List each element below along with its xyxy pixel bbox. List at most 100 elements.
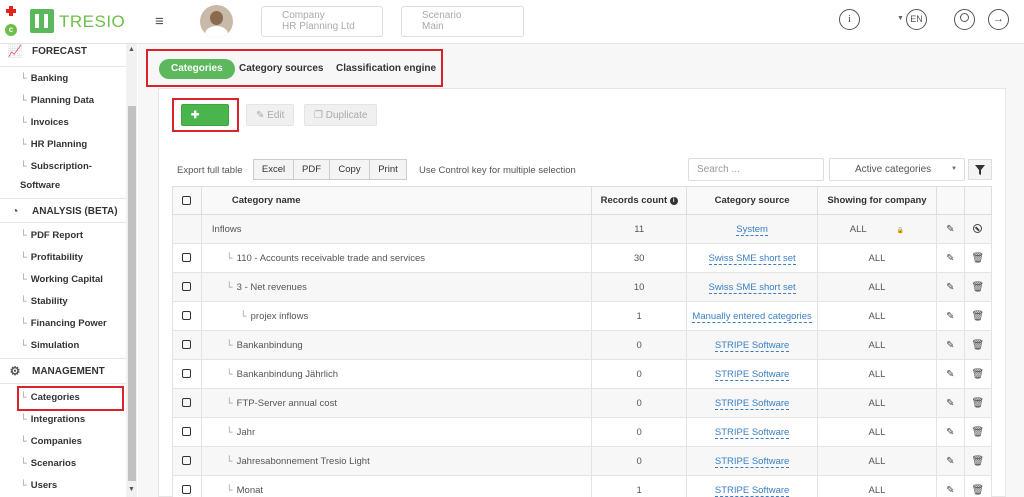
trash-icon[interactable]: 🗑 (972, 369, 985, 380)
category-source-cell[interactable]: STRIPE Software (686, 475, 819, 497)
action-cell[interactable]: 🗑 (963, 475, 993, 497)
row-select-cell[interactable] (172, 272, 202, 302)
edit-cell[interactable]: ✎ (935, 475, 965, 497)
category-source-cell[interactable]: Swiss SME short set (686, 272, 819, 302)
sidebar-item-scenarios[interactable]: └ Scenarios (20, 458, 76, 469)
row-checkbox[interactable] (182, 427, 192, 437)
pencil-icon[interactable]: ✎ (946, 485, 954, 496)
row-checkbox[interactable] (182, 282, 192, 292)
category-source-link[interactable]: STRIPE Software (714, 397, 790, 410)
trash-icon[interactable]: 🗑 (972, 427, 985, 438)
column-header-count[interactable]: Records count i (591, 186, 688, 215)
edit-cell[interactable]: ✎ (935, 301, 965, 331)
tresio-logo-icon[interactable] (30, 9, 54, 33)
sidebar-item-invoices[interactable]: └ Invoices (20, 117, 69, 128)
sidebar-item-companies[interactable]: └ Companies (20, 436, 82, 447)
category-source-cell[interactable]: STRIPE Software (686, 388, 819, 418)
action-cell[interactable]: 🗑 (963, 417, 993, 447)
category-source-link[interactable]: STRIPE Software (714, 455, 790, 468)
pencil-icon[interactable]: ✎ (946, 253, 954, 264)
export-print-button[interactable]: Print (369, 159, 407, 180)
sidebar-section-management[interactable]: ⚙ MANAGEMENT (6, 360, 105, 382)
action-cell[interactable]: 🗑 (963, 301, 993, 331)
avatar[interactable] (200, 5, 233, 38)
sidebar-scrollbar[interactable]: ▲ ▼ (126, 44, 137, 497)
pencil-icon[interactable]: ✎ (946, 282, 954, 293)
sidebar-item-financing-power[interactable]: └ Financing Power (20, 318, 107, 329)
pencil-icon[interactable]: ✎ (946, 340, 954, 351)
category-source-cell[interactable]: Swiss SME short set (686, 243, 819, 273)
sidebar-item-pdf-report[interactable]: └ PDF Report (20, 230, 83, 241)
sidebar-item-banking[interactable]: └ Banking (20, 73, 68, 84)
sidebar-item-planning-data[interactable]: └ Planning Data (20, 95, 94, 106)
sidebar-item-integrations[interactable]: └ Integrations (20, 414, 85, 425)
category-source-cell[interactable]: STRIPE Software (686, 359, 819, 389)
sidebar-section-analysis[interactable]: ◔ ANALYSIS (BETA) (6, 200, 117, 222)
sidebar-item-hr-planning[interactable]: └ HR Planning (20, 139, 87, 150)
action-cell[interactable]: 🗑 (963, 388, 993, 418)
chevron-down-icon[interactable]: ▼ (897, 15, 904, 22)
scrollbar-thumb[interactable] (128, 106, 136, 481)
row-select-cell[interactable] (172, 417, 202, 447)
sidebar-item-users[interactable]: └ Users (20, 480, 57, 491)
category-source-cell[interactable]: STRIPE Software (686, 446, 819, 476)
table-row[interactable]: └ 110 - Accounts receivable trade and ser… (172, 243, 993, 273)
filter-button[interactable] (968, 159, 992, 180)
pencil-icon[interactable]: ✎ (946, 427, 954, 438)
scroll-down-icon[interactable]: ▼ (128, 486, 135, 493)
row-select-cell[interactable] (172, 330, 202, 360)
scroll-up-icon[interactable]: ▲ (128, 46, 135, 53)
table-row[interactable]: └ 3 - Net revenues 10 Swiss SME short set AL… (172, 272, 993, 302)
category-filter-select[interactable]: Active categories ▼ (829, 158, 965, 181)
table-row[interactable]: └ Monat 1 STRIPE Software ALL ✎ 🗑 (172, 475, 993, 497)
tab-classification-engine[interactable]: Classification engine (324, 59, 448, 79)
row-checkbox[interactable] (182, 311, 192, 321)
trash-icon[interactable]: 🗑 (972, 253, 985, 264)
edit-cell[interactable]: ✎ (935, 446, 965, 476)
sidebar-item-subscription-cont[interactable]: Software (20, 180, 60, 191)
company-selector[interactable]: Company HR Planning Ltd (261, 6, 383, 37)
app-logo-text[interactable]: TRESIO (59, 12, 125, 32)
category-source-link[interactable]: STRIPE Software (714, 484, 790, 497)
row-select-cell[interactable] (172, 243, 202, 273)
hamburger-menu-icon[interactable]: ≡ (155, 13, 164, 30)
table-row[interactable]: └ Bankanbindung Jährlich 0 STRIPE Software A… (172, 359, 993, 389)
select-all-cell[interactable] (172, 186, 202, 215)
row-checkbox[interactable] (182, 369, 192, 379)
export-pdf-button[interactable]: PDF (293, 159, 330, 180)
tab-category-sources[interactable]: Category sources (227, 59, 335, 79)
row-select-cell[interactable] (172, 446, 202, 476)
table-row[interactable]: └ projex inflows 1 Manually entered categor… (172, 301, 993, 331)
table-row[interactable]: Inflows 11 System ALL 🔒 ✎ (172, 214, 993, 244)
new-button[interactable]: ✚ New (181, 104, 229, 143)
trash-icon[interactable]: 🗑 (972, 456, 985, 467)
sidebar-item-profitability[interactable]: └ Profitability (20, 252, 83, 263)
category-source-link[interactable]: STRIPE Software (714, 368, 790, 381)
row-checkbox[interactable] (182, 340, 192, 350)
info-icon[interactable]: i (669, 197, 678, 205)
pencil-icon[interactable]: ✎ (946, 456, 954, 467)
pencil-icon[interactable]: ✎ (946, 369, 954, 380)
category-source-link[interactable]: Manually entered categories (692, 310, 812, 323)
column-header-showing[interactable]: Showing for company (817, 186, 937, 215)
info-icon[interactable]: i (839, 9, 860, 30)
select-all-checkbox[interactable] (182, 195, 192, 205)
edit-cell[interactable]: ✎ (935, 359, 965, 389)
export-copy-button[interactable]: Copy (329, 159, 370, 180)
action-cell[interactable]: 🗑 (963, 272, 993, 302)
row-checkbox[interactable] (182, 253, 192, 263)
action-cell[interactable]: 🗑 (963, 359, 993, 389)
table-row[interactable]: └ Jahresabonnement Tresio Light 0 STRIPE So… (172, 446, 993, 476)
table-row[interactable]: └ Bankanbindung 0 STRIPE Software ALL ✎ 🗑 (172, 330, 993, 360)
sidebar-item-stability[interactable]: └ Stability (20, 296, 68, 307)
duplicate-button[interactable]: ❐ Duplicate (304, 104, 378, 126)
edit-cell[interactable]: ✎ (935, 417, 965, 447)
tab-categories[interactable]: Categories (159, 59, 235, 79)
trash-icon[interactable]: 🗑 (972, 340, 985, 351)
action-cell[interactable]: 🗑 (963, 330, 993, 360)
pencil-icon[interactable]: ✎ (946, 311, 954, 322)
category-source-cell[interactable]: System (686, 214, 819, 244)
action-cell[interactable]: 🗑 (963, 446, 993, 476)
row-select-cell[interactable] (172, 359, 202, 389)
edit-cell[interactable]: ✎ (935, 214, 965, 244)
